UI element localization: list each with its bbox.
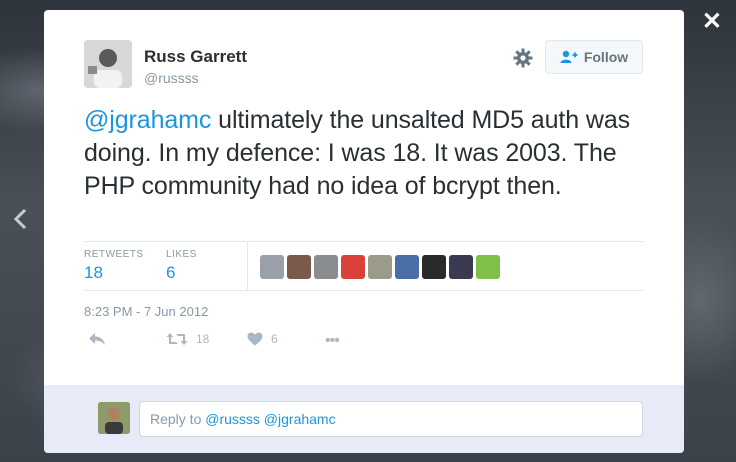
retweet-icon (166, 333, 188, 345)
stats-divider (247, 242, 248, 290)
liker-avatar[interactable] (395, 255, 419, 279)
reply-bar: Reply to @russss @jgrahamc (44, 385, 684, 453)
tweet-timestamp[interactable]: 8:23 PM - 7 Jun 2012 (84, 304, 208, 319)
liker-avatar[interactable] (368, 255, 392, 279)
add-user-icon (560, 50, 578, 63)
like-count: 6 (271, 332, 278, 346)
retweets-count: 18 (84, 263, 103, 282)
reply-icon (89, 333, 105, 345)
current-user-avatar[interactable] (98, 402, 130, 434)
likes-stat[interactable]: LIKES 6 (166, 249, 197, 283)
tweet-modal: Russ Garrett @russss Follow @jgrahamc ul… (44, 10, 684, 453)
retweets-label: RETWEETS (84, 249, 144, 260)
liker-avatar[interactable] (476, 255, 500, 279)
close-icon[interactable]: ✕ (702, 10, 722, 34)
reply-button[interactable] (88, 332, 106, 346)
retweet-button[interactable]: 18 (166, 332, 209, 346)
chevron-left-icon[interactable] (10, 204, 30, 234)
more-button[interactable]: ••• (325, 332, 340, 350)
liker-avatar[interactable] (422, 255, 446, 279)
retweets-stat[interactable]: RETWEETS 18 (84, 249, 144, 283)
liker-avatar[interactable] (449, 255, 473, 279)
liker-avatar[interactable] (260, 255, 284, 279)
reply-input[interactable]: Reply to @russss @jgrahamc (139, 401, 643, 437)
reply-mentions: @russss @jgrahamc (205, 411, 336, 427)
liker-avatars (260, 255, 500, 279)
mention-link[interactable]: @jgrahamc (84, 106, 211, 134)
author-name[interactable]: Russ Garrett (144, 47, 247, 67)
author-avatar[interactable] (84, 40, 132, 88)
reply-prefix: Reply to (150, 411, 206, 427)
author-handle[interactable]: @russss (144, 70, 199, 86)
like-button[interactable]: 6 (247, 332, 278, 346)
follow-button[interactable]: Follow (545, 40, 643, 74)
tweet-stats: RETWEETS 18 LIKES 6 (84, 241, 644, 291)
retweet-count: 18 (196, 332, 210, 346)
follow-label: Follow (583, 49, 629, 65)
liker-avatar[interactable] (341, 255, 365, 279)
gear-icon[interactable] (513, 48, 533, 68)
more-icon: ••• (325, 332, 340, 349)
likes-label: LIKES (166, 249, 197, 260)
likes-count: 6 (166, 263, 176, 282)
liker-avatar[interactable] (314, 255, 338, 279)
tweet-text: @jgrahamc ultimately the unsalted MD5 au… (84, 104, 649, 203)
liker-avatar[interactable] (287, 255, 311, 279)
heart-icon (247, 332, 263, 346)
